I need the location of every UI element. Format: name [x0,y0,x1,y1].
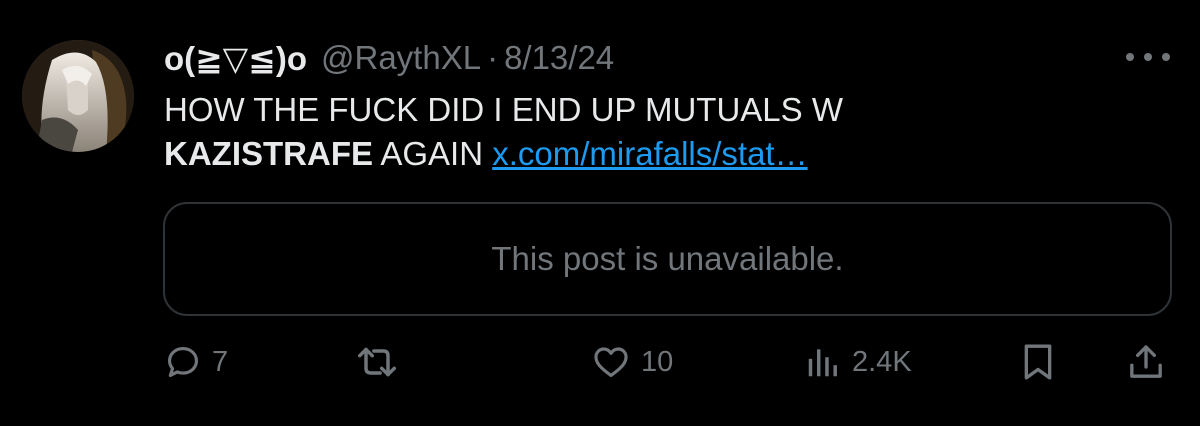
reply-icon [164,343,202,381]
repost-button[interactable] [355,336,409,388]
unavailable-message: This post is unavailable. [491,240,844,277]
more-icon[interactable] [1126,49,1170,65]
bookmark-icon [1018,341,1058,383]
views-count: 2.4K [852,345,912,378]
views-button[interactable]: 2.4K [804,336,912,388]
quoted-post-card[interactable]: This post is unavailable. [163,202,1172,316]
reply-count: 7 [212,345,229,378]
share-button[interactable] [1126,336,1166,388]
like-icon [591,343,631,381]
post-header: o(≧▽≦)o @RaythXL · 8/13/24 [164,36,614,80]
avatar[interactable] [22,40,134,152]
views-icon [804,343,842,381]
post-text-bold: KAZISTRAFE [164,135,373,172]
more-dot [1126,53,1134,61]
more-dot [1144,53,1152,61]
like-count: 10 [641,345,674,378]
author-display-name[interactable]: o(≧▽≦)o [164,39,307,78]
post-text-line1: HOW THE FUCK DID I END UP MUTUALS W [164,91,843,128]
like-button[interactable]: 10 [591,336,673,388]
repost-icon [355,343,399,381]
separator-dot: · [487,39,499,76]
post-text: HOW THE FUCK DID I END UP MUTUALS W KAZI… [164,88,1064,176]
post-link[interactable]: x.com/mirafalls/stat… [492,135,807,172]
tweet[interactable]: o(≧▽≦)o @RaythXL · 8/13/24 HOW THE FUCK … [0,0,1200,426]
share-icon [1126,342,1166,382]
action-bar: 7 10 2.4K [0,336,1200,388]
reply-button[interactable]: 7 [164,336,228,388]
post-timestamp[interactable]: 8/13/24 [504,39,614,77]
more-dot [1162,53,1170,61]
post-text-after-bold: AGAIN [373,135,493,172]
bookmark-button[interactable] [1018,336,1058,388]
author-handle[interactable]: @RaythXL [321,39,481,77]
